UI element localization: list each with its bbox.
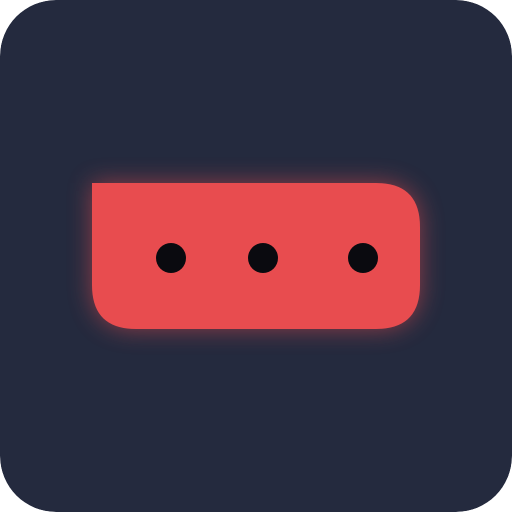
ellipsis-dot	[348, 243, 378, 273]
app-icon	[0, 0, 512, 512]
chat-bubble-ellipsis-icon	[0, 0, 512, 512]
ellipsis-dot	[156, 243, 186, 273]
ellipsis-dot	[248, 243, 278, 273]
